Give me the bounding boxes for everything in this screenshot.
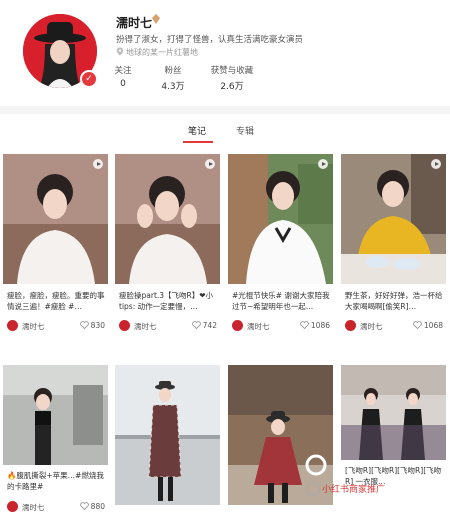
- stat-value: 2.6万: [220, 82, 244, 92]
- author-name: 濡时七: [247, 322, 270, 331]
- note-caption: 野生茶，好好好弹，浩一杯给大家喝喝啊[偷笑R]…: [345, 291, 443, 311]
- tab-bar: 笔记 专辑: [0, 114, 450, 144]
- video-icon: [205, 159, 215, 169]
- verified-badge-icon: ✓: [80, 70, 98, 88]
- profile-bio: 扮得了淑女，打得了怪兽，认真生活满吃豪女演员: [116, 35, 304, 45]
- like-count[interactable]: 742: [191, 321, 217, 330]
- heart-icon: [79, 321, 89, 330]
- like-count-value: 880: [90, 502, 105, 511]
- stat-likes-collections[interactable]: 获赞与收藏 2.6万: [208, 64, 256, 92]
- profile-name: 濡时七: [116, 16, 153, 30]
- like-count[interactable]: 880: [79, 502, 105, 511]
- watermark: 小红书商家推广: [322, 485, 386, 495]
- author-avatar: [232, 320, 243, 331]
- note-image: [3, 154, 108, 284]
- stat-label: 获赞与收藏: [210, 66, 254, 76]
- video-icon: [93, 159, 103, 169]
- like-count-value: 830: [90, 321, 105, 330]
- stat-value: 4.3万: [161, 82, 185, 92]
- author-name: 濡时七: [22, 322, 45, 331]
- like-count[interactable]: 830: [79, 321, 105, 330]
- note-image: [115, 365, 220, 505]
- heart-icon: [413, 321, 422, 330]
- note-caption: 瘦脸操part.3【飞吻R】❤小tips: 动作一定要慢，…: [119, 291, 214, 311]
- stat-followers[interactable]: 粉丝 4.3万: [158, 64, 188, 92]
- author-name: 濡时七: [360, 322, 383, 331]
- note-caption: 🔥腹肌撕裂+苹果…#燃烧我的卡路里#: [7, 471, 104, 491]
- video-icon: [431, 159, 441, 169]
- note-image: [341, 154, 446, 284]
- author-avatar: [345, 320, 356, 331]
- note-image: [115, 154, 220, 284]
- note-caption: #光棍节快乐# 谢谢大家陪我过节~希望明年也一起…: [232, 291, 330, 311]
- location-pin-icon: [116, 47, 124, 56]
- note-meta: 濡时七 1086: [232, 320, 330, 332]
- note-meta: 濡时七 742: [119, 320, 217, 332]
- tab-indicator: [183, 141, 213, 143]
- author-avatar: [7, 501, 18, 512]
- author-avatar: [7, 320, 18, 331]
- wechat-logo-icon: [306, 482, 320, 496]
- heart-icon: [191, 321, 201, 330]
- profile-location-text: 地球的某一片红薯地: [126, 48, 198, 57]
- like-count[interactable]: 1086: [300, 321, 330, 330]
- video-icon: [318, 159, 328, 169]
- note-meta: 濡时七 1068: [345, 320, 443, 332]
- note-meta: 濡时七 880: [7, 501, 105, 513]
- note-meta: 濡时七 830: [7, 320, 105, 332]
- like-count-value: 742: [202, 321, 217, 330]
- like-count-value: 1086: [310, 321, 330, 330]
- author-name: 濡时七: [22, 503, 45, 512]
- stat-label: 粉丝: [164, 66, 182, 76]
- stat-following[interactable]: 关注 0: [108, 64, 138, 89]
- tab-albums[interactable]: 专辑: [236, 124, 254, 137]
- author-avatar: [119, 320, 130, 331]
- note-image: [3, 365, 108, 465]
- level-badge-icon: [152, 14, 160, 24]
- stat-label: 关注: [114, 66, 132, 76]
- note-image: [341, 365, 446, 460]
- note-caption: 瘦脸，瘦脸，瘦脸。重要的事情说三遍！#瘦脸 #…: [7, 291, 105, 311]
- author-name: 濡时七: [134, 322, 157, 331]
- like-count-value: 1068: [423, 321, 443, 330]
- like-count[interactable]: 1068: [413, 321, 443, 330]
- profile-header: ✓ 濡时七 扮得了淑女，打得了怪兽，认真生活满吃豪女演员 地球的某一片红薯地 关…: [0, 0, 450, 106]
- heart-icon: [300, 321, 309, 330]
- section-divider: [0, 106, 450, 114]
- heart-icon: [79, 502, 89, 511]
- stat-value: 0: [120, 79, 126, 89]
- tab-notes[interactable]: 笔记: [188, 124, 206, 137]
- profile-location: 地球的某一片红薯地: [116, 47, 198, 58]
- note-image: [228, 154, 333, 284]
